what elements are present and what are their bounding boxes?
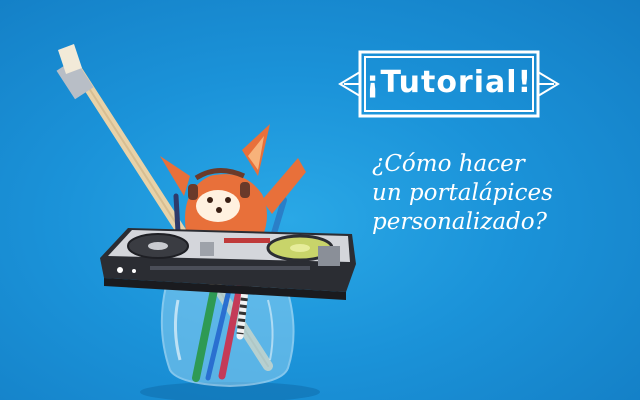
- tutorial-hero: ¡Tutorial! ¿Cómo hacer un portalápices p…: [0, 0, 640, 400]
- dj-deck: [100, 228, 356, 300]
- subtitle-line-3: personalizado?: [372, 209, 547, 235]
- tutorial-subtitle: ¿Cómo hacer un portalápices personalizad…: [372, 150, 632, 237]
- subtitle-line-1: ¿Cómo hacer: [372, 151, 525, 177]
- tutorial-banner: ¡Tutorial!: [336, 46, 562, 122]
- banner-title: ¡Tutorial!: [365, 64, 533, 100]
- fox-character: [160, 124, 306, 238]
- subtitle-line-2: un portalápices: [372, 180, 553, 206]
